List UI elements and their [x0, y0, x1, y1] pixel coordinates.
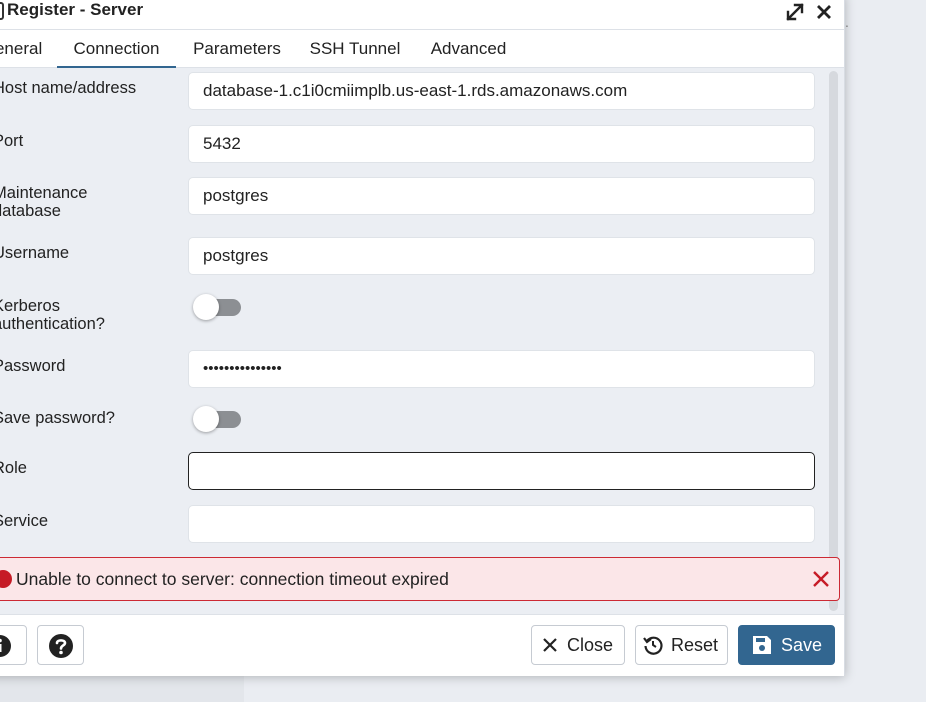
- tab-parameters[interactable]: Parameters: [184, 30, 290, 68]
- dialog-footer: Close Reset Save: [0, 614, 844, 676]
- help-button[interactable]: [37, 625, 84, 665]
- save-password-toggle-knob: [193, 406, 219, 432]
- error-message: Unable to connect to server: connection …: [16, 569, 449, 589]
- form-scrollbar[interactable]: [826, 68, 842, 614]
- tab-general[interactable]: General: [0, 30, 47, 68]
- save-password-toggle[interactable]: [193, 406, 243, 432]
- kerberos-label-line2: authentication?: [0, 315, 105, 333]
- form-scrollbar-thumb[interactable]: [829, 71, 838, 611]
- kerberos-toggle[interactable]: [193, 294, 243, 320]
- close-button[interactable]: Close: [531, 625, 625, 665]
- host-input[interactable]: database-1.c1i0cmiimplb.us-east-1.rds.am…: [188, 72, 815, 110]
- maintenance-db-label-line2: database: [0, 202, 61, 220]
- reset-icon: [643, 636, 663, 655]
- tab-connection[interactable]: Connection: [57, 30, 176, 69]
- reset-button[interactable]: Reset: [635, 625, 728, 665]
- port-input[interactable]: 5432: [188, 125, 815, 163]
- tab-advanced[interactable]: Advanced: [421, 30, 516, 68]
- register-server-dialog: Register - Server General Connection Par…: [0, 0, 845, 676]
- password-label: Password: [0, 357, 66, 375]
- maintenance-db-input[interactable]: postgres: [188, 177, 815, 215]
- maximize-icon[interactable]: [783, 0, 807, 24]
- service-label: Service: [0, 512, 49, 530]
- maintenance-db-label-line1: Maintenance: [0, 184, 88, 202]
- host-label: Host name/address: [0, 79, 137, 97]
- role-label: Role: [0, 459, 27, 477]
- port-label: Port: [0, 132, 24, 150]
- kerberos-label: Kerberos authentication?: [0, 297, 105, 333]
- close-x-icon: [543, 638, 557, 652]
- help-icon: [49, 634, 73, 658]
- error-banner: Unable to connect to server: connection …: [0, 557, 840, 601]
- connection-form: Host name/address database-1.c1i0cmiimpl…: [0, 68, 844, 614]
- error-icon: [0, 570, 12, 588]
- close-icon[interactable]: [812, 0, 836, 24]
- password-input[interactable]: •••••••••••••••: [188, 350, 815, 388]
- maintenance-db-label: Maintenance database: [0, 184, 87, 220]
- info-button[interactable]: [0, 625, 27, 665]
- tab-bar: General Connection Parameters SSH Tunnel…: [0, 29, 844, 69]
- kerberos-toggle-knob: [193, 294, 219, 320]
- role-input[interactable]: [188, 452, 815, 490]
- save-icon: [753, 636, 771, 654]
- close-button-label: Close: [567, 635, 614, 655]
- reset-button-label: Reset: [671, 635, 719, 655]
- username-label: Username: [0, 244, 70, 262]
- background-mark: .: [845, 14, 849, 30]
- info-icon: [0, 635, 11, 657]
- save-button-label: Save: [781, 635, 823, 655]
- server-icon: [0, 2, 4, 20]
- tab-ssh-tunnel[interactable]: SSH Tunnel: [303, 30, 407, 68]
- dialog-titlebar[interactable]: Register - Server: [0, 0, 844, 29]
- dismiss-icon[interactable]: [810, 568, 832, 590]
- save-button[interactable]: Save: [738, 625, 835, 665]
- dialog-title: Register - Server: [7, 0, 144, 19]
- service-input[interactable]: [188, 505, 815, 543]
- kerberos-label-line1: Kerberos: [0, 297, 60, 315]
- username-input[interactable]: postgres: [188, 237, 815, 275]
- save-password-label: Save password?: [0, 409, 115, 427]
